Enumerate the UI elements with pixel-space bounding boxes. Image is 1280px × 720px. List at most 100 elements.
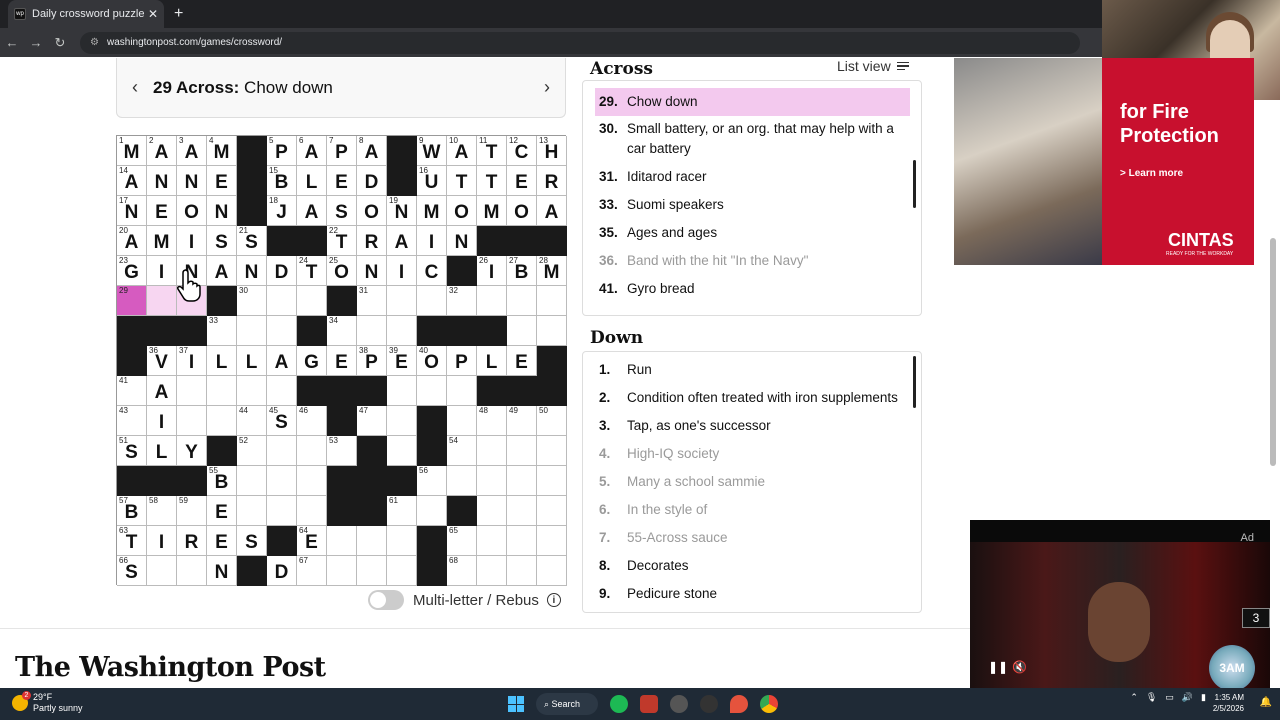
grid-cell[interactable] <box>387 376 417 406</box>
forward-icon[interactable]: → <box>24 35 48 50</box>
grid-cell[interactable]: 49 <box>507 406 537 436</box>
grid-cell[interactable]: 26 I <box>477 256 507 286</box>
grid-cell[interactable]: L <box>237 346 267 376</box>
grid-cell[interactable]: A <box>537 196 567 226</box>
page-scrollbar[interactable] <box>1270 238 1276 466</box>
floating-badge[interactable]: 3AM <box>1209 645 1255 691</box>
grid-cell[interactable]: N <box>447 226 477 256</box>
grid-cell[interactable]: I <box>147 406 177 436</box>
grid-cell[interactable]: 58 <box>147 496 177 526</box>
grid-cell[interactable] <box>177 406 207 436</box>
grid-cell[interactable] <box>477 526 507 556</box>
grid-cell[interactable]: 27 B <box>507 256 537 286</box>
grid-cell[interactable]: 65 <box>447 526 477 556</box>
grid-cell[interactable] <box>507 316 537 346</box>
grid-cell[interactable] <box>507 466 537 496</box>
clue-item[interactable]: 4. High-IQ society <box>595 444 910 464</box>
grid-cell[interactable]: 50 <box>537 406 567 436</box>
grid-cell[interactable]: 36 V <box>147 346 177 376</box>
grid-cell[interactable]: T <box>447 166 477 196</box>
notification-bell-icon[interactable]: 🔔 <box>1260 697 1272 708</box>
grid-cell[interactable]: G <box>297 346 327 376</box>
grid-cell[interactable]: 51 S <box>117 436 147 466</box>
grid-cell[interactable] <box>387 526 417 556</box>
grid-cell[interactable]: N <box>237 256 267 286</box>
info-icon[interactable]: i <box>546 593 561 607</box>
grid-cell[interactable]: 39 E <box>387 346 417 376</box>
clue-item[interactable]: 1. Run <box>595 360 910 380</box>
grid-cell[interactable] <box>357 526 387 556</box>
grid-cell[interactable]: 55 B <box>207 466 237 496</box>
grid-cell[interactable] <box>297 496 327 526</box>
grid-cell[interactable] <box>237 376 267 406</box>
grid-cell[interactable] <box>207 376 237 406</box>
reload-icon[interactable]: ↻ <box>48 35 72 51</box>
grid-cell[interactable]: N <box>207 556 237 586</box>
grid-cell[interactable] <box>147 556 177 586</box>
grid-cell[interactable]: 19 N <box>387 196 417 226</box>
grid-cell[interactable]: 21 S <box>237 226 267 256</box>
grid-cell[interactable]: N <box>207 196 237 226</box>
grid-cell[interactable]: 1M <box>117 136 147 166</box>
windows-start-icon[interactable] <box>508 696 524 712</box>
next-clue-icon[interactable]: › <box>529 77 565 98</box>
weather-widget[interactable]: 29°FPartly sunny <box>12 691 83 714</box>
grid-cell[interactable]: 16 U <box>417 166 447 196</box>
grid-cell[interactable] <box>507 286 537 316</box>
grid-cell[interactable]: 30 <box>237 286 267 316</box>
grid-cell[interactable] <box>237 316 267 346</box>
grid-cell[interactable] <box>267 436 297 466</box>
grid-cell[interactable]: D <box>357 166 387 196</box>
clue-item[interactable]: 33. Suomi speakers <box>595 195 910 215</box>
grid-cell[interactable]: N <box>357 256 387 286</box>
grid-cell[interactable]: E <box>147 196 177 226</box>
taskbar-clock[interactable]: 1:35 AM 2/5/2026 <box>1213 692 1244 714</box>
app2-icon[interactable] <box>700 695 718 713</box>
grid-cell[interactable]: 25 O <box>327 256 357 286</box>
grid-cell[interactable]: 18 J <box>267 196 297 226</box>
grid-cell[interactable]: 67 <box>297 556 327 586</box>
chevron-up-icon[interactable]: ⌃ <box>1130 692 1138 703</box>
app-icon[interactable] <box>640 695 658 713</box>
grid-cell[interactable] <box>297 466 327 496</box>
grid-cell[interactable]: E <box>207 496 237 526</box>
grid-cell[interactable]: E <box>207 166 237 196</box>
prev-clue-icon[interactable]: ‹ <box>117 77 153 98</box>
grid-cell[interactable]: 32 <box>447 286 477 316</box>
grid-cell[interactable]: A <box>147 376 177 406</box>
grid-cell[interactable]: 8A <box>357 136 387 166</box>
cintas-ad[interactable]: for Fire Protection > Learn more CINTAS R… <box>954 58 1254 265</box>
grid-cell[interactable]: D <box>267 256 297 286</box>
grid-cell[interactable]: E <box>507 346 537 376</box>
network-icon[interactable]: ▭ <box>1165 692 1174 703</box>
grid-cell[interactable]: M <box>147 226 177 256</box>
grid-cell[interactable]: O <box>447 196 477 226</box>
app3-icon[interactable] <box>730 695 748 713</box>
grid-cell[interactable]: L <box>147 436 177 466</box>
grid-cell[interactable]: 57 B <box>117 496 147 526</box>
grid-cell[interactable] <box>327 556 357 586</box>
grid-cell[interactable]: 68 <box>447 556 477 586</box>
grid-cell[interactable]: 53 <box>327 436 357 466</box>
clue-item[interactable]: 8. Decorates <box>595 556 910 576</box>
washington-post-logo[interactable]: The Washington Post <box>15 652 326 683</box>
grid-cell[interactable]: L <box>297 166 327 196</box>
grid-cell[interactable]: 43 <box>117 406 147 436</box>
grid-cell[interactable]: 9W <box>417 136 447 166</box>
grid-cell[interactable] <box>477 496 507 526</box>
grid-cell[interactable] <box>267 286 297 316</box>
grid-cell[interactable]: M <box>417 196 447 226</box>
grid-cell[interactable]: P <box>447 346 477 376</box>
grid-cell[interactable]: A <box>297 196 327 226</box>
grid-cell[interactable]: 14 A <box>117 166 147 196</box>
clue-item[interactable]: 2. Condition often treated with iron supp… <box>595 388 910 408</box>
grid-cell[interactable]: 44 <box>237 406 267 436</box>
across-scrollbar[interactable] <box>913 160 916 208</box>
grid-cell[interactable]: M <box>477 196 507 226</box>
grid-cell[interactable] <box>537 286 567 316</box>
site-info-icon[interactable]: ⚙ <box>90 37 99 48</box>
grid-cell[interactable]: 63 T <box>117 526 147 556</box>
spotify-icon[interactable] <box>610 695 628 713</box>
grid-cell[interactable] <box>297 436 327 466</box>
grid-cell[interactable] <box>267 496 297 526</box>
